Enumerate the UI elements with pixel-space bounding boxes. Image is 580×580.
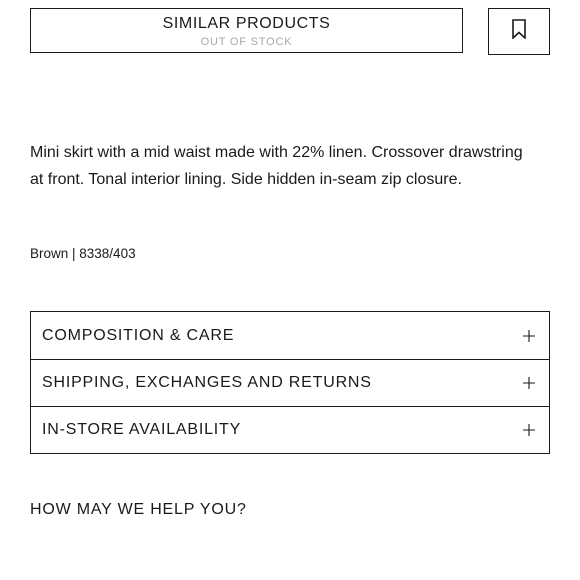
plus-icon (522, 329, 536, 343)
accordion-item-label: COMPOSITION & CARE (42, 326, 235, 344)
accordion-item-in-store-availability[interactable]: IN-STORE AVAILABILITY (31, 406, 549, 453)
help-heading[interactable]: HOW MAY WE HELP YOU? (30, 500, 247, 520)
bookmark-button[interactable] (488, 8, 550, 55)
product-description: Mini skirt with a mid waist made with 22… (30, 144, 523, 188)
similar-products-label: SIMILAR PRODUCTS (162, 15, 331, 32)
stock-status-label: OUT OF STOCK (200, 36, 293, 48)
accordion-item-label: SHIPPING, EXCHANGES AND RETURNS (42, 374, 372, 391)
similar-products-button[interactable]: SIMILAR PRODUCTS OUT OF STOCK (30, 8, 463, 53)
product-color-reference: Brown | 8338/403 (30, 246, 136, 261)
plus-icon (522, 423, 536, 437)
bookmark-icon (512, 19, 526, 44)
product-info-accordion: COMPOSITION & CARE SHIPPING, EXCHANGES A… (30, 311, 550, 454)
accordion-item-shipping-returns[interactable]: SHIPPING, EXCHANGES AND RETURNS (31, 359, 549, 406)
accordion-item-label: IN-STORE AVAILABILITY (42, 421, 242, 438)
accordion-item-composition-care[interactable]: COMPOSITION & CARE (31, 312, 549, 359)
plus-icon (522, 376, 536, 390)
